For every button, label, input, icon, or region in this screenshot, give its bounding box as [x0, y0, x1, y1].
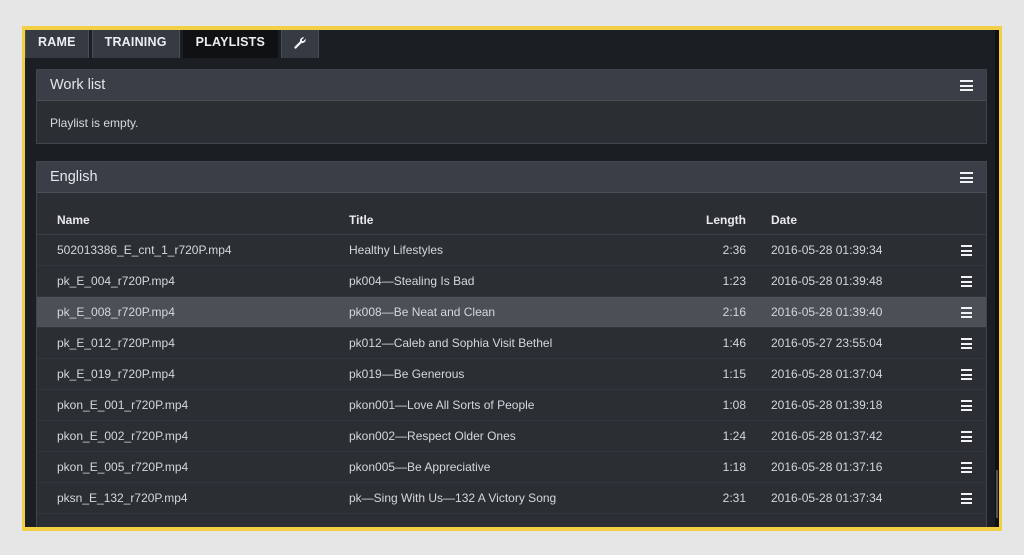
row-actions-cell [961, 234, 986, 266]
file-name-cell: pk_E_004_r720P.mp4 [37, 265, 349, 297]
file-name-cell: 502013386_E_cnt_1_r720P.mp4 [37, 234, 349, 266]
row-menu-icon[interactable] [961, 307, 972, 318]
file-name-cell: pksn_E_132_r720P.mp4 [37, 482, 349, 514]
column-header-date[interactable]: Date [771, 205, 961, 235]
work-list-header: Work list [37, 70, 986, 101]
file-name-cell: pkon_E_002_r720P.mp4 [37, 420, 349, 452]
top-tabs: RAME TRAINING PLAYLISTS [25, 30, 322, 58]
date-cell: 2016-05-28 01:39:34 [771, 234, 961, 266]
length-cell: 1:15 [629, 358, 771, 390]
empty-playlist-message: Playlist is empty. [50, 116, 139, 130]
app-window: RAME TRAINING PLAYLISTS Work list Playli… [25, 30, 999, 527]
date-cell: 2016-05-28 01:39:18 [771, 389, 961, 421]
row-actions-cell [961, 451, 986, 483]
scrollbar-thumb[interactable] [996, 470, 998, 518]
date-cell: 2016-05-28 01:37:04 [771, 358, 961, 390]
row-actions-cell [961, 482, 986, 514]
date-cell: 2016-05-28 01:37:16 [771, 451, 961, 483]
video-title-cell: pk012—Caleb and Sophia Visit Bethel [349, 327, 629, 359]
table-header-row: Name Title Length Date [37, 205, 986, 235]
playlist-table: Name Title Length Date 502013386_E_cnt_1… [37, 205, 986, 514]
length-cell: 2:31 [629, 482, 771, 514]
row-menu-icon[interactable] [961, 369, 972, 380]
row-menu-icon[interactable] [961, 400, 972, 411]
column-header-name[interactable]: Name [37, 205, 349, 235]
table-body: 502013386_E_cnt_1_r720P.mp4 Healthy Lifes… [37, 234, 986, 514]
english-menu-icon[interactable] [960, 172, 973, 183]
column-header-title[interactable]: Title [349, 205, 629, 235]
table-row[interactable]: pk_E_012_r720P.mp4 pk012—Caleb and Sophia… [37, 327, 986, 359]
table-row[interactable]: pkon_E_005_r720P.mp4 pkon005—Be Appreciat… [37, 451, 986, 483]
date-cell: 2016-05-27 23:55:04 [771, 327, 961, 359]
file-name-cell: pkon_E_001_r720P.mp4 [37, 389, 349, 421]
length-cell: 2:36 [629, 234, 771, 266]
video-title-cell: Healthy Lifestyles [349, 234, 629, 266]
date-cell: 2016-05-28 01:37:42 [771, 420, 961, 452]
row-menu-icon[interactable] [961, 245, 972, 256]
row-menu-icon[interactable] [961, 338, 972, 349]
row-menu-icon[interactable] [961, 462, 972, 473]
file-name-cell: pk_E_012_r720P.mp4 [37, 327, 349, 359]
length-cell: 1:24 [629, 420, 771, 452]
row-actions-cell [961, 420, 986, 452]
video-title-cell: pkon002—Respect Older Ones [349, 420, 629, 452]
english-header: English [37, 162, 986, 193]
row-actions-cell [961, 358, 986, 390]
row-menu-icon[interactable] [961, 276, 972, 287]
column-header-length[interactable]: Length [629, 205, 771, 235]
table-row[interactable]: pksn_E_132_r720P.mp4 pk—Sing With Us—132 … [37, 482, 986, 514]
english-title: English [50, 169, 98, 185]
column-header-actions [961, 205, 986, 235]
table-row[interactable]: pk_E_008_r720P.mp4 pk008—Be Neat and Clea… [37, 296, 986, 328]
row-actions-cell [961, 265, 986, 297]
date-cell: 2016-05-28 01:39:48 [771, 265, 961, 297]
date-cell: 2016-05-28 01:37:34 [771, 482, 961, 514]
work-list-menu-icon[interactable] [960, 80, 973, 91]
tab-settings[interactable] [281, 30, 320, 58]
english-playlist-panel: English Name Title Length Date 502013386… [36, 161, 987, 527]
file-name-cell: pkon_E_005_r720P.mp4 [37, 451, 349, 483]
work-list-panel: Work list Playlist is empty. [36, 69, 987, 144]
wrench-icon [294, 37, 306, 49]
table-row[interactable]: pkon_E_002_r720P.mp4 pkon002—Respect Olde… [37, 420, 986, 452]
scrollbar[interactable] [995, 30, 999, 527]
table-row[interactable]: pk_E_004_r720P.mp4 pk004—Stealing Is Bad 1… [37, 265, 986, 297]
table-row[interactable]: pkon_E_001_r720P.mp4 pkon001—Love All Sor… [37, 389, 986, 421]
row-menu-icon[interactable] [961, 493, 972, 504]
file-name-cell: pk_E_019_r720P.mp4 [37, 358, 349, 390]
length-cell: 1:08 [629, 389, 771, 421]
table-row[interactable]: pk_E_019_r720P.mp4 pk019—Be Generous 1:15 2… [37, 358, 986, 390]
video-title-cell: pk019—Be Generous [349, 358, 629, 390]
video-title-cell: pk—Sing With Us—132 A Victory Song [349, 482, 629, 514]
row-actions-cell [961, 389, 986, 421]
tab-playlists[interactable]: PLAYLISTS [182, 30, 279, 58]
tab-training[interactable]: TRAINING [91, 30, 180, 58]
table-row[interactable]: 502013386_E_cnt_1_r720P.mp4 Healthy Lifes… [37, 234, 986, 266]
row-actions-cell [961, 296, 986, 328]
date-cell: 2016-05-28 01:39:40 [771, 296, 961, 328]
file-name-cell: pk_E_008_r720P.mp4 [37, 296, 349, 328]
length-cell: 2:16 [629, 296, 771, 328]
video-title-cell: pkon005—Be Appreciative [349, 451, 629, 483]
tab-rame[interactable]: RAME [25, 30, 89, 58]
video-title-cell: pkon001—Love All Sorts of People [349, 389, 629, 421]
row-actions-cell [961, 327, 986, 359]
length-cell: 1:18 [629, 451, 771, 483]
row-menu-icon[interactable] [961, 431, 972, 442]
video-title-cell: pk004—Stealing Is Bad [349, 265, 629, 297]
video-title-cell: pk008—Be Neat and Clean [349, 296, 629, 328]
length-cell: 1:46 [629, 327, 771, 359]
work-list-title: Work list [50, 77, 106, 93]
length-cell: 1:23 [629, 265, 771, 297]
